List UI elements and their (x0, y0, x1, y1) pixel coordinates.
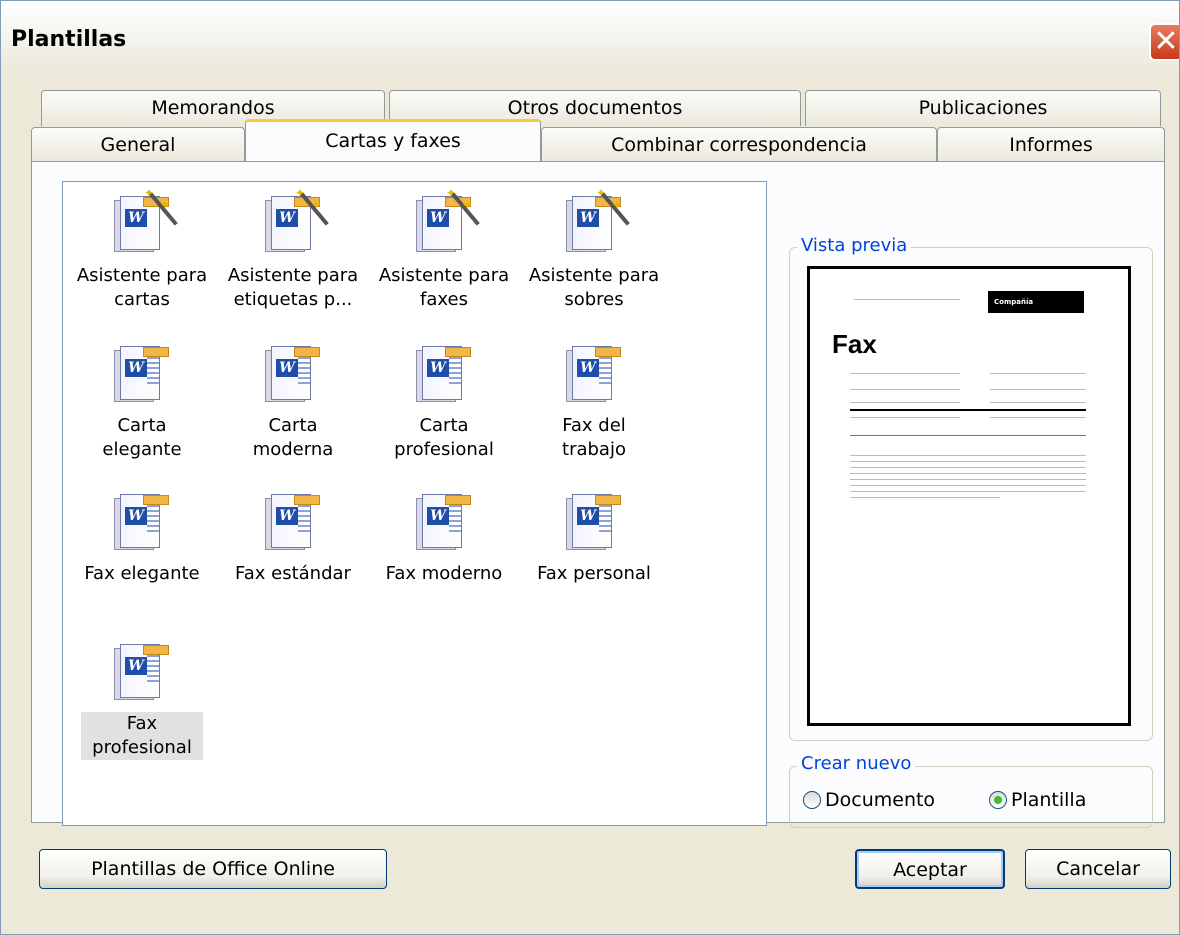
radio-plantilla-label: Plantilla (1011, 789, 1087, 811)
template-label: Fax profesional (81, 712, 203, 760)
tab-combinar-correspondencia[interactable]: Combinar correspondencia (541, 127, 937, 163)
word-template-icon: W (265, 340, 321, 412)
template-item-fax-personal[interactable]: W Fax personal (519, 488, 669, 586)
word-template-icon: W (114, 340, 170, 412)
tab-informes[interactable]: Informes (937, 127, 1165, 163)
radio-plantilla[interactable]: Plantilla (989, 789, 1086, 811)
close-icon: ✕ (1153, 24, 1179, 59)
template-label: Asistente para sobres (528, 265, 660, 310)
template-item-asistente-sobres[interactable]: W ✦ ✦ Asistente para sobres (519, 186, 669, 312)
template-label: Carta moderna (252, 415, 334, 460)
preview-group-label: Vista previa (797, 235, 912, 256)
template-item-carta-profesional[interactable]: W Carta profesional (369, 340, 519, 462)
window-title: Plantillas (11, 27, 127, 52)
tab-publicaciones[interactable]: Publicaciones (805, 90, 1161, 126)
cancel-button[interactable]: Cancelar (1025, 849, 1171, 889)
template-label: Asistente para faxes (378, 265, 510, 310)
create-new-group-label: Crear nuevo (797, 753, 916, 774)
preview-title: Fax (832, 329, 877, 359)
word-wizard-icon: W ✦ ✦ (265, 186, 329, 262)
template-item-fax-estandar[interactable]: W Fax estándar (218, 488, 368, 586)
template-item-fax-del-trabajo[interactable]: W Fax del trabajo (519, 340, 669, 462)
template-label: Fax del trabajo (562, 415, 626, 460)
template-item-carta-moderna[interactable]: W Carta moderna (218, 340, 368, 462)
word-template-icon: W (566, 488, 622, 560)
word-template-icon: W (114, 638, 170, 710)
office-online-templates-button[interactable]: Plantillas de Office Online (39, 849, 387, 889)
template-item-fax-elegante[interactable]: W Fax elegante (67, 488, 217, 586)
template-item-carta-elegante[interactable]: W Carta elegante (67, 340, 217, 462)
template-label: Asistente para cartas (76, 265, 208, 310)
radio-circle (803, 791, 821, 809)
template-label: Asistente para etiquetas p... (227, 265, 359, 310)
template-label: Carta elegante (102, 415, 182, 460)
word-template-icon: W (416, 340, 472, 412)
template-label: Fax elegante (84, 563, 200, 584)
template-list[interactable]: W ✦ ✦ Asistente para cartas W ✦ ✦ Asistente… (62, 181, 767, 826)
template-label: Fax personal (537, 563, 651, 584)
word-template-icon: W (416, 488, 472, 560)
template-label: Fax moderno (385, 563, 503, 584)
title-bar[interactable]: Plantillas ✕ (1, 1, 1179, 73)
word-template-icon: W (265, 488, 321, 560)
template-item-fax-moderno[interactable]: W Fax moderno (369, 488, 519, 586)
preview-company-box: Compañía (988, 291, 1084, 313)
template-item-asistente-etiquetas[interactable]: W ✦ ✦ Asistente para etiquetas p... (218, 186, 368, 312)
template-label: Fax estándar (235, 563, 351, 584)
radio-documento-label: Documento (825, 789, 936, 811)
templates-dialog: Plantillas ✕ Memorandos Otros documentos… (0, 0, 1180, 935)
close-button[interactable]: ✕ (1149, 23, 1179, 61)
word-wizard-icon: W ✦ ✦ (114, 186, 178, 262)
template-label: Carta profesional (394, 415, 494, 460)
ok-button[interactable]: Aceptar (855, 849, 1005, 889)
radio-circle-checked (989, 791, 1007, 809)
word-wizard-icon: W ✦ ✦ (416, 186, 480, 262)
word-template-icon: W (566, 340, 622, 412)
preview-pane: Compañía Fax (807, 266, 1131, 726)
template-item-asistente-cartas[interactable]: W ✦ ✦ Asistente para cartas (67, 186, 217, 312)
tab-cartas-y-faxes[interactable]: Cartas y faxes (245, 119, 541, 161)
word-template-icon: W (114, 488, 170, 560)
template-item-fax-profesional[interactable]: W Fax profesional (67, 638, 217, 760)
tab-general[interactable]: General (31, 127, 245, 163)
radio-documento[interactable]: Documento (803, 789, 935, 811)
template-item-asistente-faxes[interactable]: W ✦ ✦ Asistente para faxes (369, 186, 519, 312)
word-wizard-icon: W ✦ ✦ (566, 186, 630, 262)
